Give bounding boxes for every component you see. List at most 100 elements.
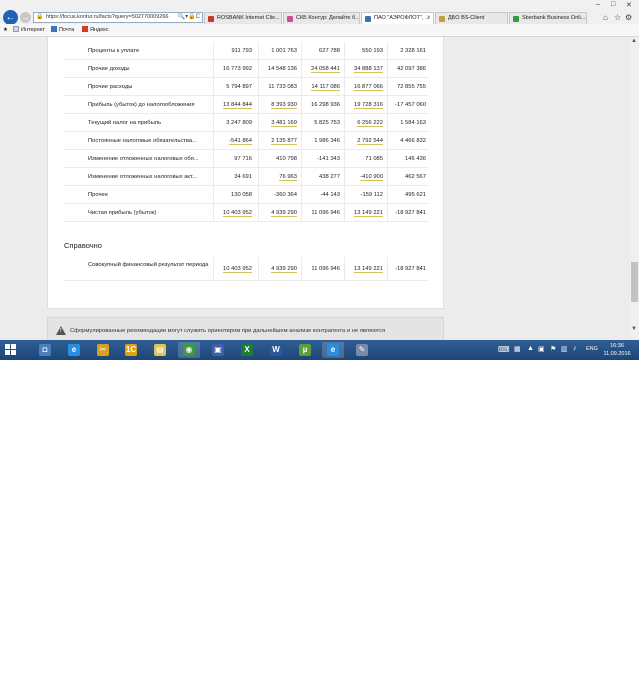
value-cell[interactable]: 13 149 221 <box>344 257 387 281</box>
value-cell: -159 112 <box>344 186 387 204</box>
tab-rosbank[interactable]: ROSBANK Internet Clie... <box>204 12 282 24</box>
forward-button[interactable]: → <box>20 12 31 23</box>
tab-sberbank[interactable]: Sberbank Business Onli... <box>509 12 587 24</box>
back-button[interactable]: ← <box>3 10 18 25</box>
value-cell: 1 001 763 <box>258 42 301 60</box>
clock-time: 16:36 <box>610 343 624 349</box>
close-tab-icon[interactable]: ✕ <box>426 13 431 24</box>
value-link[interactable]: 34 888 137 <box>353 66 383 73</box>
value-cell[interactable]: 10 403 952 <box>213 257 256 281</box>
value-cell[interactable]: 10 403 952 <box>213 204 256 222</box>
favorite-internet[interactable]: Интернет <box>13 24 45 37</box>
value-link[interactable]: 13 149 221 <box>353 266 383 273</box>
value-link[interactable]: 19 728 316 <box>353 102 383 109</box>
value-cell: 495 621 <box>387 186 430 204</box>
tray-app-icon[interactable]: ▦ <box>514 345 521 365</box>
language-indicator[interactable]: ENG <box>586 346 598 366</box>
value-cell[interactable]: -410 900 <box>344 168 387 186</box>
financial-report-card: Справочно Проценты к уплате 911 793 1 001 … <box>47 37 444 309</box>
gear-icon[interactable]: ⚙ <box>625 13 632 22</box>
table-row: Проценты к уплате 911 793 1 001 763 627 788… <box>64 42 429 60</box>
value-link[interactable]: -541 864 <box>229 138 252 145</box>
minimize-button[interactable]: – <box>596 1 600 8</box>
value-link[interactable]: 8 393 930 <box>271 102 297 109</box>
page-scrollbar[interactable]: ▲ ▼ <box>630 37 639 340</box>
taskbar-app-button[interactable]: W <box>265 342 287 358</box>
favorites-star-icon[interactable]: ★ <box>3 24 8 37</box>
value-link[interactable]: 13 844 844 <box>222 102 252 109</box>
start-button[interactable] <box>5 344 17 356</box>
value-cell: -44 143 <box>301 186 344 204</box>
value-cell[interactable]: 76 963 <box>258 168 301 186</box>
value-cell[interactable]: 24 058 441 <box>301 60 344 78</box>
value-cell[interactable]: -541 864 <box>213 132 256 150</box>
keyboard-icon[interactable]: ⌨ <box>498 345 510 365</box>
taskbar-app-button[interactable]: 1С <box>120 342 142 358</box>
taskbar-app-button[interactable]: ◘ <box>34 342 56 358</box>
row-label: Изменение отложенных налоговых обя... <box>88 156 199 162</box>
value-link[interactable]: -410 900 <box>360 174 383 181</box>
value-cell[interactable]: 8 393 930 <box>258 96 301 114</box>
taskbar-app-button[interactable]: ▤ <box>149 342 171 358</box>
taskbar-app-button[interactable]: e <box>322 342 344 358</box>
taskbar-app-button[interactable]: ▣ <box>207 342 229 358</box>
row-label: Проценты к уплате <box>88 48 140 54</box>
tab-aeroflot[interactable]: ПАО "АЭРОФЛОТ", ... ✕ <box>361 12 434 24</box>
taskbar-app-button[interactable]: ✎ <box>351 342 373 358</box>
tray-expand-icon[interactable]: ▲ <box>527 345 534 365</box>
taskbar-app-button[interactable]: X <box>236 342 258 358</box>
tab-bs-client[interactable]: ДБО BS-Client <box>435 12 508 24</box>
value-link[interactable]: 4 939 290 <box>271 266 297 273</box>
value-cell[interactable]: 34 888 137 <box>344 60 387 78</box>
volume-icon[interactable]: ♪ <box>573 345 577 365</box>
clock[interactable]: 16:36 11.09.2016 <box>602 342 632 358</box>
value-cell[interactable]: 3 481 169 <box>258 114 301 132</box>
scroll-up-icon[interactable]: ▲ <box>631 38 637 44</box>
favorite-yandex[interactable]: Яндекс <box>82 24 109 37</box>
value-link[interactable]: 76 963 <box>279 174 297 181</box>
value-link[interactable]: 10 403 952 <box>222 266 252 273</box>
address-controls[interactable]: 🔍▾🔒C <box>175 13 200 22</box>
value-link[interactable]: 16 877 066 <box>353 84 383 91</box>
browser-tabbar: ← → 🔒 https://focus.kontur.ru/facts?quer… <box>0 0 639 25</box>
value-link[interactable]: 6 256 222 <box>357 120 383 127</box>
value-cell[interactable]: 6 256 222 <box>344 114 387 132</box>
value-cell[interactable]: 4 939 290 <box>258 257 301 281</box>
star-icon[interactable]: ☆ <box>614 13 621 22</box>
value-link[interactable]: 2 792 544 <box>357 138 383 145</box>
address-bar[interactable]: 🔒 https://focus.kontur.ru/facts?query=50… <box>33 12 203 23</box>
value-cell[interactable]: 2 792 544 <box>344 132 387 150</box>
taskbar-app-button[interactable]: e <box>63 342 85 358</box>
home-icon[interactable]: ⌂ <box>603 13 608 22</box>
value-link[interactable]: 4 939 290 <box>271 210 297 217</box>
sberbank-favicon <box>513 16 519 22</box>
tab-kontur[interactable]: СКБ Контур: Делайте б... <box>283 12 360 24</box>
tray-shield-icon[interactable]: ▣ <box>538 345 545 365</box>
value-cell[interactable]: 4 939 290 <box>258 204 301 222</box>
value-cell[interactable]: 13 844 844 <box>213 96 256 114</box>
close-window-button[interactable]: ✕ <box>626 1 632 9</box>
taskbar-app-button[interactable]: ✂ <box>92 342 114 358</box>
value-link[interactable]: 13 149 221 <box>353 210 383 217</box>
value-cell[interactable]: 19 728 316 <box>344 96 387 114</box>
value-link[interactable]: 2 135 877 <box>271 138 297 145</box>
maximize-button[interactable]: □ <box>611 1 615 8</box>
value-link[interactable]: 14 117 086 <box>311 84 340 91</box>
network-icon[interactable]: ▥ <box>561 345 568 365</box>
scroll-thumb[interactable] <box>631 262 638 302</box>
scroll-down-icon[interactable]: ▼ <box>631 326 637 332</box>
value-link[interactable]: 3 481 169 <box>271 120 297 127</box>
favorite-mail[interactable]: Почта <box>51 24 74 37</box>
favorites-bar: ★ Интернет Почта Яндекс <box>0 24 639 37</box>
value-cell[interactable]: 13 149 221 <box>344 204 387 222</box>
row-label: Прочие расходы <box>88 84 133 90</box>
taskbar-app-button[interactable]: µ <box>294 342 316 358</box>
value-link[interactable]: 10 403 952 <box>222 210 252 217</box>
value-link[interactable]: 24 058 441 <box>310 66 340 73</box>
value-cell[interactable]: 16 877 066 <box>344 78 387 96</box>
action-center-icon[interactable]: ⚑ <box>550 345 556 365</box>
table-row: Прибыль (убыток) до налогообложения 13 84… <box>64 96 429 114</box>
taskbar-app-button[interactable]: ◉ <box>178 342 200 358</box>
value-cell[interactable]: 2 135 877 <box>258 132 301 150</box>
value-cell[interactable]: 14 117 086 <box>301 78 344 96</box>
